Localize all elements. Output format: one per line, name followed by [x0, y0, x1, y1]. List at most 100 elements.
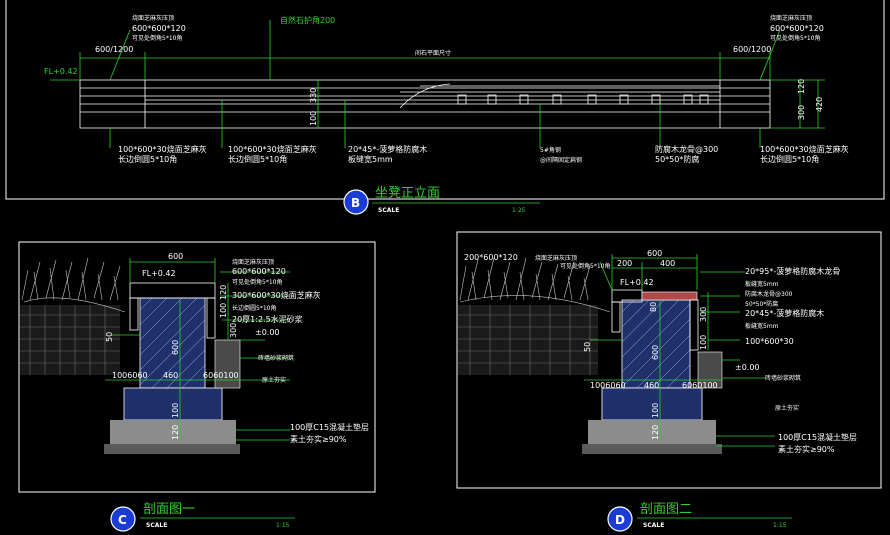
- sd-wood1c: 防腐木龙骨@300: [745, 290, 793, 298]
- section-d-title: 剖面图二: [640, 502, 692, 517]
- sc-cap-note: 烧面芝麻灰压顶: [232, 258, 274, 266]
- elev-bot-right-dim: 100*600*30烧面芝麻灰: [760, 144, 849, 154]
- section-d-soil: [582, 444, 722, 454]
- section-d: 600 200 400 200*600*120 烧面芝麻灰压顶 可见处倒角5*1…: [456, 231, 882, 532]
- elev-bot-mid-dim: 100*600*30烧面芝麻灰: [228, 144, 317, 154]
- sc-v460: 460: [163, 371, 178, 380]
- sd-wood3b: 板缝宽5mm: [745, 322, 779, 330]
- sd-v300: 300: [699, 307, 708, 322]
- sd-fill: 原土夯实: [775, 404, 799, 412]
- section-c-cap: [129, 282, 216, 299]
- sd-v600: 600: [651, 345, 660, 360]
- sd-cap-note2: 可见处倒角5*10角: [560, 262, 610, 270]
- elev-bot-wood: 防腐木龙骨@300: [655, 144, 718, 154]
- sd-w600: 600: [647, 249, 662, 258]
- sc-mortar: 20厚1:2.5水泥砂浆: [232, 314, 303, 324]
- elev-top-left-note2: 可见处倒角5*10角: [132, 34, 182, 42]
- elev-top-left-dim: 600*600*120: [132, 24, 186, 33]
- section-d-bubble-label: D: [615, 513, 625, 527]
- sc-face-note: 长边倒圆5*10角: [232, 304, 276, 312]
- sc-concrete: 100厚C15混凝土垫层: [290, 422, 369, 432]
- elev-bot-center-note: 板缝宽5mm: [348, 154, 393, 164]
- section-c: 600 FL+0.42 烧面芝麻灰压顶 600*600*120 可见处倒角5*1…: [18, 241, 376, 532]
- elev-v420: 420: [815, 97, 824, 112]
- sc-cap-dim: 600*600*120: [232, 267, 286, 276]
- sc-b2: 6060100: [203, 371, 239, 380]
- section-d-wall: [621, 299, 691, 389]
- section-c-bubble-label: C: [118, 513, 127, 527]
- elevation-scale-ratio: 1:25: [512, 207, 526, 214]
- section-d-scale-ratio: 1:15: [773, 522, 787, 529]
- elev-bot-screw: 5#角钢: [540, 146, 561, 154]
- sc-v120b: 120: [171, 425, 180, 440]
- sc-v50: 50: [105, 332, 114, 342]
- sc-v100: 100: [219, 303, 228, 318]
- sc-level: ±0.00: [255, 328, 280, 337]
- elev-bot-left-note: 长边倒圆5*10角: [118, 154, 177, 164]
- elev-top-right-600: 600/1200: [733, 45, 771, 54]
- section-c-scale-ratio: 1:15: [276, 522, 290, 529]
- elevation-bubble-label: B: [351, 196, 360, 210]
- sc-w600: 600: [168, 252, 183, 261]
- sd-w200: 200: [617, 259, 632, 268]
- sd-level: ±0.00: [735, 363, 760, 372]
- elev-bot-mid-note: 长边倒圆5*10角: [228, 154, 287, 164]
- sd-wood2: 50*50*防腐: [745, 300, 778, 308]
- elev-bot-left-dim: 100*600*30烧面芝麻灰: [118, 144, 207, 154]
- sd-v460: 460: [644, 381, 659, 390]
- elev-v100: 100: [309, 111, 318, 126]
- elev-bot-wood-note: 50*50*防腐: [655, 154, 699, 164]
- section-c-grass: [21, 257, 126, 313]
- sd-cap-dim: 200*600*120: [464, 253, 518, 262]
- sc-fill: 原土夯实: [262, 376, 286, 384]
- elev-top-right-note2: 可见处倒角5*10角: [770, 34, 820, 42]
- section-c-title: 剖面图一: [143, 502, 195, 517]
- sd-compact: 素土夯实≥90%: [778, 444, 835, 454]
- sd-cap-note: 烧面芝麻灰压顶: [535, 254, 577, 262]
- elev-top-center: 间石平面尺寸: [415, 49, 451, 57]
- sd-v50: 50: [583, 342, 592, 352]
- sd-v120b: 120: [651, 425, 660, 440]
- elev-bot-right-note: 长边倒圆5*10角: [760, 154, 819, 164]
- sd-v80: 80: [649, 302, 658, 312]
- sc-v120: 120: [219, 285, 228, 300]
- sd-w400: 400: [660, 259, 675, 268]
- sc-compact: 素土夯实≥90%: [290, 434, 347, 444]
- cad-drawing: FL+0.42 600/1200 600/1200 烧面芝麻灰压顶 600*60…: [5, 0, 885, 532]
- sc-b1: 1006060: [112, 371, 148, 380]
- elev-v330: 330: [309, 88, 318, 103]
- sc-v300: 300: [229, 323, 238, 338]
- sc-cap-note2: 可见处倒角5*10角: [232, 278, 282, 286]
- section-d-brick-ground: [458, 305, 598, 375]
- elev-top-right-note: 烧面芝麻灰压顶: [770, 14, 812, 22]
- section-c-soil: [104, 444, 240, 454]
- sc-v600: 600: [171, 340, 180, 355]
- sd-face: 100*600*30: [745, 337, 794, 346]
- elev-top-mid-note: 自然石护角200: [280, 15, 335, 25]
- sd-wood1b: 板缝宽5mm: [745, 280, 779, 288]
- sd-b1: 1006060: [590, 381, 626, 390]
- elev-v300: 300: [797, 105, 806, 120]
- sd-wood1: 20*95*-菠萝格防腐木龙骨: [745, 266, 840, 276]
- sd-concrete: 100厚C15混凝土垫层: [778, 432, 857, 442]
- section-c-scale-label: SCALE: [146, 522, 167, 529]
- sd-b2: 6060100: [682, 381, 718, 390]
- elev-bot-screw-note: @间隔固定扁钢: [540, 156, 582, 164]
- sc-v100b: 100: [171, 403, 180, 418]
- elevation-scale-label: SCALE: [378, 207, 399, 214]
- sd-v100: 100: [699, 335, 708, 350]
- sd-wood3: 20*45*-菠萝格防腐木: [745, 308, 824, 318]
- elev-bot-center-dim: 20*45*-菠萝格防腐木: [348, 144, 427, 154]
- section-d-wood-seat: [641, 291, 698, 301]
- elev-top-right-dim: 600*600*120: [770, 24, 824, 33]
- sd-v100b: 100: [651, 403, 660, 418]
- sc-fl: FL+0.42: [142, 269, 176, 278]
- elevation-title: 坐凳正立面: [375, 185, 440, 201]
- sc-face-dim: 300*600*30烧面芝麻灰: [232, 290, 321, 300]
- elev-v120: 120: [797, 79, 806, 94]
- section-d-scale-label: SCALE: [643, 522, 664, 529]
- elev-top-left-600: 600/1200: [95, 45, 133, 54]
- elev-top-left-note: 烧面芝麻灰压顶: [132, 14, 174, 22]
- sd-brick: 砖墙砂浆砌筑: [765, 374, 801, 382]
- elevation-view: FL+0.42 600/1200 600/1200 烧面芝麻灰压顶 600*60…: [5, 0, 885, 215]
